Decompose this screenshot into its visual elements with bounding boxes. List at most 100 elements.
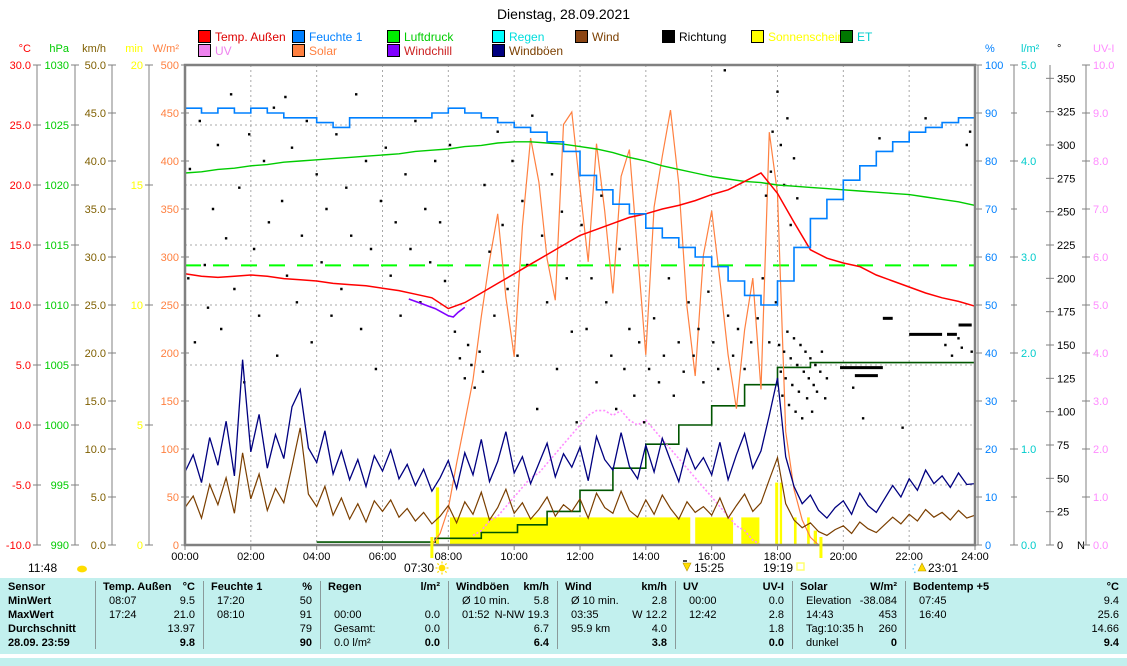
axis-tick-label-deg: 100 — [1057, 407, 1075, 419]
axis-tick-label-temp: 5.0 — [16, 360, 31, 372]
weather-day-chart-page: Dienstag, 28.09.2021 Temp. AußenFeuchte … — [0, 0, 1127, 666]
axis-unit-hpa: hPa — [49, 43, 69, 55]
axis-tick-label-uvi: 3.0 — [1093, 396, 1108, 408]
table-row-label: MinWert — [8, 595, 51, 607]
marker-time: 15:25 — [694, 561, 724, 575]
axis-tick-label-wm2: 450 — [161, 108, 179, 120]
table-col-unit: km/h — [456, 581, 549, 593]
table-cell-value: 14.66 — [913, 623, 1119, 635]
axis-tick-label-hpa: 1030 — [45, 60, 69, 72]
table-cell-value: 9.4 — [913, 595, 1119, 607]
marker-time: 07:30 — [404, 561, 434, 575]
axis-tick-label-hpa: 1005 — [45, 360, 69, 372]
table-divider — [95, 581, 96, 649]
axis-tick-label-deg: 125 — [1057, 373, 1075, 385]
table-cell-value: 1.8 — [683, 623, 784, 635]
axis-tick-label-kmh: 25.0 — [85, 300, 106, 312]
axis-tick-label-uvi: 0.0 — [1093, 540, 1108, 552]
axis-unit-deg: ° — [1057, 43, 1061, 55]
table-cell-value: 90 — [211, 637, 312, 649]
table-cell-value: 9.5 — [103, 595, 195, 607]
moonset-icon — [683, 563, 691, 571]
axis-tick-label-temp: 20.0 — [10, 180, 31, 192]
axis-tick-label-pct: 60 — [985, 252, 997, 264]
axis-tick-label-pct: 50 — [985, 300, 997, 312]
x-axis-label: 14:00 — [632, 551, 660, 563]
sun-time-axis-tick — [819, 537, 822, 558]
axis-tick-label-kmh: 35.0 — [85, 204, 106, 216]
table-divider — [675, 581, 676, 649]
axis-tick-label-temp: -10.0 — [6, 540, 31, 552]
axis-tick-label-wm2: 200 — [161, 348, 179, 360]
sunrise-ray — [445, 571, 446, 572]
x-axis-label: 04:00 — [303, 551, 331, 563]
table-cell-value: 0 — [800, 637, 897, 649]
marker-time: 23:01 — [928, 561, 958, 575]
axis-tick-label-hpa: 1025 — [45, 120, 69, 132]
axis-tick-label-kmh: 15.0 — [85, 396, 106, 408]
sunset-icon — [797, 563, 804, 570]
table-divider — [203, 581, 204, 649]
table-cell-value: 9.8 — [103, 637, 195, 649]
table-cell-value: 91 — [211, 609, 312, 621]
axis-tick-label-deg: 25 — [1057, 507, 1069, 519]
axis-unit-kmh: km/h — [82, 43, 106, 55]
axis-tick-label-wm2: 400 — [161, 156, 179, 168]
axis-tick-label-lm2: 2.0 — [1021, 348, 1036, 360]
axis-tick-label-deg: 350 — [1057, 73, 1075, 85]
axis-tick-label-deg: 200 — [1057, 273, 1075, 285]
axis-tick-label-min: 10 — [131, 300, 143, 312]
x-axis-label: 12:00 — [566, 551, 594, 563]
table-cell-value: N-NW 19.3 — [456, 609, 549, 621]
sunshine-bar — [780, 483, 782, 545]
axis-tick-label-wm2: 150 — [161, 396, 179, 408]
table-divider — [557, 581, 558, 649]
axis-tick-label-lm2: 4.0 — [1021, 156, 1036, 168]
x-axis-label: 02:00 — [237, 551, 265, 563]
axis-tick-label-deg: 275 — [1057, 173, 1075, 185]
axis-tick-label-uvi: 1.0 — [1093, 492, 1108, 504]
axis-unit-temp: °C — [19, 43, 31, 55]
table-divider — [320, 581, 321, 649]
x-axis-label: 06:00 — [369, 551, 397, 563]
axis-tick-label-kmh: 5.0 — [91, 492, 106, 504]
x-axis-label: 20:00 — [830, 551, 858, 563]
moonrise-icon — [918, 563, 926, 571]
moonrise-dot — [913, 568, 915, 570]
footer-strip — [0, 658, 1127, 666]
table-col-unit: °C — [103, 581, 195, 593]
table-cell-value: 50 — [211, 595, 312, 607]
axis-tick-label-hpa: 995 — [51, 480, 69, 492]
table-col-unit: km/h — [565, 581, 667, 593]
axis-tick-label-lm2: 5.0 — [1021, 60, 1036, 72]
axis-tick-label-hpa: 1000 — [45, 420, 69, 432]
axis-tick-label-lm2: 0.0 — [1021, 540, 1036, 552]
axis-tick-label-lm2: 1.0 — [1021, 444, 1036, 456]
axis-tick-label-temp: 15.0 — [10, 240, 31, 252]
axis-tick-label-pct: 10 — [985, 492, 997, 504]
axis-tick-label-kmh: 10.0 — [85, 444, 106, 456]
axis-tick-label-temp: 0.0 — [16, 420, 31, 432]
sunrise-ray — [445, 563, 446, 564]
axis-north-label: N — [1077, 540, 1085, 552]
axis-tick-label-uvi: 10.0 — [1093, 60, 1114, 72]
axis-tick-label-kmh: 0.0 — [91, 540, 106, 552]
axis-tick-label-deg: 0 — [1057, 540, 1063, 552]
axis-tick-label-uvi: 6.0 — [1093, 252, 1108, 264]
axis-tick-label-deg: 225 — [1057, 240, 1075, 252]
axis-unit-pct: % — [985, 43, 995, 55]
axis-tick-label-deg: 150 — [1057, 340, 1075, 352]
table-cell-value: 0.0 — [683, 637, 784, 649]
table-divider — [448, 581, 449, 649]
axis-tick-label-deg: 300 — [1057, 140, 1075, 152]
axis-unit-wm2: W/m² — [153, 43, 180, 55]
stats-table: SensorMinWertMaxWertDurchschnitt28.09. 2… — [0, 578, 1127, 654]
table-divider — [905, 581, 906, 649]
table-col-unit: % — [211, 581, 312, 593]
table-row-label: 28.09. 23:59 — [8, 637, 70, 649]
axis-tick-label-pct: 20 — [985, 444, 997, 456]
moonrise-dot — [914, 572, 916, 574]
axis-tick-label-uvi: 4.0 — [1093, 348, 1108, 360]
axis-tick-label-pct: 80 — [985, 156, 997, 168]
table-cell-value: 25.6 — [913, 609, 1119, 621]
